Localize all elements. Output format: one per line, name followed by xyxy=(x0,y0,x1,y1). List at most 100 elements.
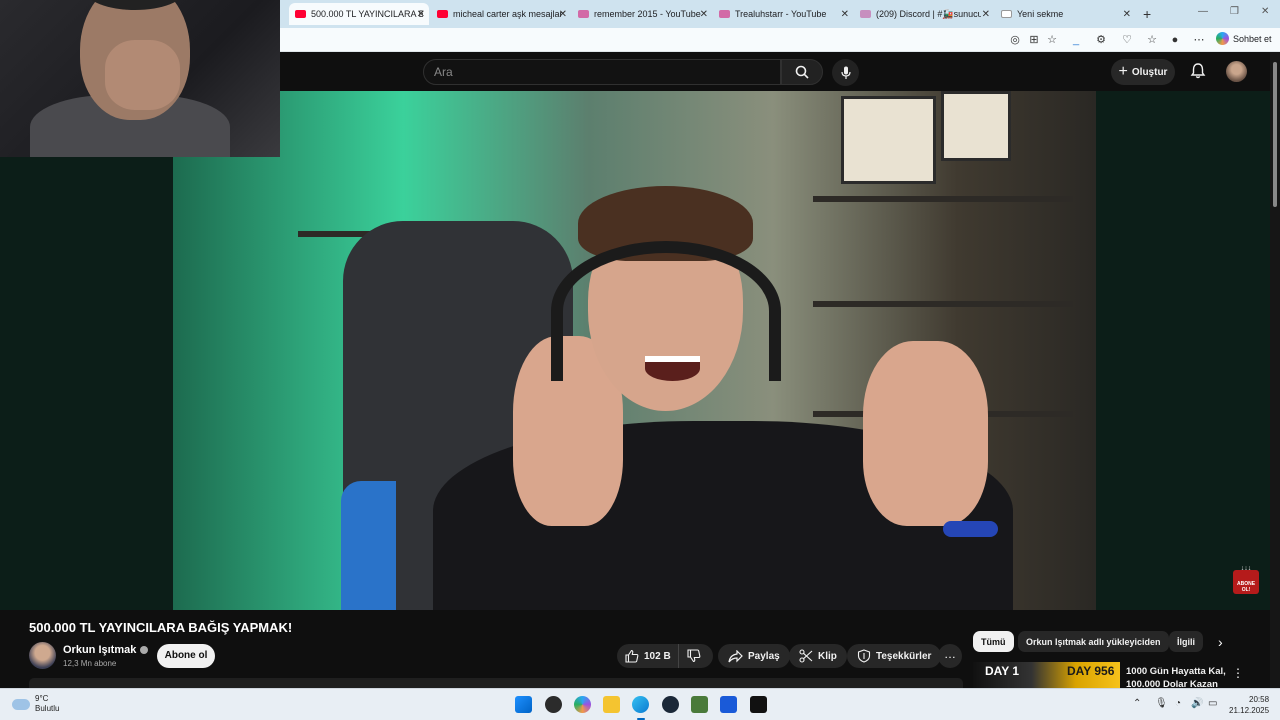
share-button[interactable]: Paylaş xyxy=(718,644,790,668)
tab-title: (209) Discord | #🚂sunucu-g xyxy=(876,8,981,19)
copilot-button[interactable]: Sohbet et xyxy=(1216,32,1272,45)
video-title: 500.000 TL YAYINCILARA BAĞIŞ YAPMAK! xyxy=(29,620,293,635)
battery-icon[interactable]: ▭ xyxy=(1208,698,1217,709)
address-field[interactable] xyxy=(280,31,1000,49)
search-input[interactable]: Ara xyxy=(423,59,781,85)
close-icon[interactable]: ✕ xyxy=(1123,9,1131,20)
microphone-tray-icon[interactable]: 🎙 xyxy=(1155,698,1168,709)
app-icon-dark[interactable] xyxy=(545,696,562,713)
wall-shelf xyxy=(813,301,1073,307)
tab-title: remember 2015 - YouTube xyxy=(594,9,701,19)
like-button[interactable]: 102 B xyxy=(617,644,679,668)
video-frame xyxy=(173,91,1096,610)
clock-time: 20:58 xyxy=(1249,695,1270,704)
close-icon[interactable]: ✕ xyxy=(700,9,708,20)
system-clock[interactable]: 20:58 21.12.2025 xyxy=(1229,694,1269,716)
tab-micheal-carter[interactable]: micheal carter aşk mesajlar - ✕ xyxy=(431,3,571,25)
description-box[interactable] xyxy=(29,678,963,688)
browser-essentials-icon[interactable]: ♡ xyxy=(1120,33,1134,47)
channel-name-row[interactable]: Orkun Işıtmak xyxy=(63,644,149,656)
collections-icon[interactable]: ☆ xyxy=(1145,33,1159,47)
windows-taskbar: 9°C Bulutlu ⌃ 🎙 ◔ 🔊 ▭ 20:58 21.12.2025 xyxy=(0,688,1280,720)
close-icon[interactable]: ✕ xyxy=(841,9,849,20)
wifi-icon[interactable]: ◔ xyxy=(1175,698,1181,709)
chevron-right-icon[interactable]: › xyxy=(1218,634,1223,650)
subscribe-button[interactable]: Abone ol xyxy=(157,644,215,668)
tab-title: micheal carter aşk mesajlar - xyxy=(453,9,565,19)
weather-desc: Bulutlu xyxy=(35,704,60,713)
start-icon[interactable] xyxy=(515,696,532,713)
microphone-icon xyxy=(840,66,851,79)
gaming-chair-accent xyxy=(341,481,396,610)
tab-trealuhstarr[interactable]: Trealuhstarr - YouTube ✕ xyxy=(713,3,853,25)
app-icon-blue[interactable] xyxy=(720,696,737,713)
account-avatar[interactable] xyxy=(1226,61,1247,82)
channel-name[interactable]: Orkun Işıtmak xyxy=(63,644,136,656)
thumbs-up-icon xyxy=(625,649,639,663)
chip-related[interactable]: İlgili xyxy=(1169,631,1203,652)
profile-icon[interactable]: ● xyxy=(1168,33,1182,47)
settings-more-icon[interactable]: ⋯ xyxy=(1192,33,1206,47)
close-icon[interactable]: ✕ xyxy=(417,9,425,20)
minecraft-icon[interactable] xyxy=(691,696,708,713)
apps-icon[interactable]: ⊞ xyxy=(1027,33,1041,47)
copilot-taskbar-icon[interactable] xyxy=(574,696,591,713)
minimize-icon[interactable]: — xyxy=(1198,6,1208,17)
tab-discord[interactable]: (209) Discord | #🚂sunucu-g ✕ xyxy=(854,3,994,25)
recommended-video-thumbnail[interactable]: DAY 1 DAY 956 xyxy=(973,662,1120,688)
tab-title: Trealuhstarr - YouTube xyxy=(735,9,827,19)
close-window-icon[interactable]: ✕ xyxy=(1261,6,1269,17)
chevron-up-icon[interactable]: ⌃ xyxy=(1133,698,1141,709)
create-button[interactable]: + Oluştur xyxy=(1111,59,1175,85)
close-icon[interactable]: ✕ xyxy=(982,9,990,20)
subscribe-watermark[interactable]: ABONE OL! xyxy=(1233,570,1259,594)
clip-label: Klip xyxy=(818,650,837,662)
tab-new[interactable]: Yeni sekme ✕ xyxy=(995,3,1135,25)
translate-icon[interactable]: ◎ xyxy=(1008,33,1022,47)
edge-icon[interactable] xyxy=(632,696,649,713)
weather-widget[interactable]: 9°C Bulutlu xyxy=(12,694,59,714)
scissors-icon xyxy=(799,649,813,663)
page-scrollbar[interactable] xyxy=(1270,52,1280,692)
cloud-icon xyxy=(12,698,30,710)
close-icon[interactable]: ✕ xyxy=(559,9,567,20)
clip-button[interactable]: Klip xyxy=(789,644,847,668)
wall-shelf xyxy=(813,196,1073,202)
more-actions-button[interactable]: … xyxy=(938,644,962,668)
clock-date: 21.12.2025 xyxy=(1229,706,1270,715)
epic-games-icon[interactable] xyxy=(750,696,767,713)
tab-active-video[interactable]: 500.000 TL YAYINCILARA BAĞ ✕ xyxy=(289,3,429,25)
new-tab-button[interactable]: + xyxy=(1143,6,1151,22)
steam-icon[interactable] xyxy=(662,696,679,713)
file-explorer-icon[interactable] xyxy=(603,696,620,713)
maximize-icon[interactable]: ❐ xyxy=(1230,6,1239,17)
video-player[interactable] xyxy=(0,91,1270,610)
favorite-star-icon[interactable]: ☆ xyxy=(1045,33,1059,47)
person-right-hand xyxy=(863,341,988,526)
dislike-button[interactable] xyxy=(679,649,713,663)
discord-icon xyxy=(860,10,871,18)
voice-search-button[interactable] xyxy=(832,59,859,86)
share-icon xyxy=(728,649,743,662)
copilot-label: Sohbet et xyxy=(1233,33,1272,44)
chip-from-uploader[interactable]: Orkun Işıtmak adlı yükleyiciden xyxy=(1018,631,1169,652)
thumb-text-right: DAY 956 xyxy=(1067,664,1115,678)
weather-temp: 9°C xyxy=(35,694,49,703)
wall-frame-youtube xyxy=(841,96,936,184)
thanks-button[interactable]: Teşekkürler xyxy=(847,644,942,668)
tab-title: 500.000 TL YAYINCILARA BAĞ xyxy=(311,9,423,19)
wall-frame-poster xyxy=(941,91,1011,161)
scrollbar-thumb[interactable] xyxy=(1273,62,1277,207)
kebab-menu-icon[interactable]: ⋮ xyxy=(1232,666,1244,680)
recommended-video-title[interactable]: 1000 Gün Hayatta Kal, 100.000 Dolar Kaza… xyxy=(1126,665,1226,688)
chip-all[interactable]: Tümü xyxy=(973,631,1014,652)
extensions-icon[interactable]: ⚙ xyxy=(1094,33,1108,47)
tab-remember-2015[interactable]: remember 2015 - YouTube ✕ xyxy=(572,3,712,25)
search-button[interactable] xyxy=(781,59,823,85)
volume-icon[interactable]: 🔊 xyxy=(1191,698,1203,709)
create-label: Oluştur xyxy=(1131,66,1168,78)
minimize-pane-icon[interactable]: _ xyxy=(1069,33,1083,47)
notifications-bell-icon[interactable] xyxy=(1189,62,1207,80)
channel-avatar[interactable] xyxy=(29,642,56,669)
share-label: Paylaş xyxy=(748,650,780,662)
